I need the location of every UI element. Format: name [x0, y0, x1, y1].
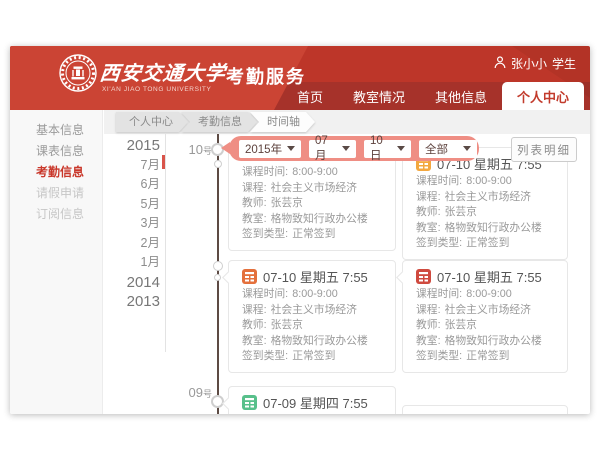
- month-dropdown[interactable]: 07月: [309, 140, 356, 158]
- year-dropdown-value: 2015年: [245, 141, 282, 157]
- sidebar: 基本信息 课表信息 考勤信息 请假申请 订阅信息: [10, 110, 103, 414]
- attendance-card[interactable]: 07-10 星期五 7:55 课程时间:8:00-9:00 课程:社会主义市场经…: [402, 147, 568, 260]
- attendance-card[interactable]: 07-10 星期五 7:55 课程时间:8:00-9:00 课程:社会主义市场经…: [402, 260, 568, 373]
- breadcrumb-timeline[interactable]: 时间轴: [250, 112, 315, 132]
- date-filter-bar: 2015年 07月 10日 全部: [229, 136, 479, 161]
- sidebar-item-leave-request[interactable]: 请假申请: [10, 183, 102, 204]
- attendance-status-icon: [242, 395, 257, 410]
- user-menu[interactable]: 张小小 学生: [494, 55, 576, 72]
- timeline-nav-feb[interactable]: 2月: [106, 234, 160, 254]
- breadcrumb-personal-center[interactable]: 个人中心: [116, 112, 188, 132]
- timeline-nav-2013[interactable]: 2013: [106, 292, 160, 312]
- timeline-nav-2015[interactable]: 2015: [106, 136, 160, 156]
- sidebar-item-attendance[interactable]: 考勤信息: [10, 162, 102, 183]
- breadcrumb-attendance[interactable]: 考勤信息: [181, 112, 257, 132]
- screenshot-canvas: 西安交通大学 XI'AN JIAO TONG UNIVERSITY 考勤服务 张…: [0, 0, 600, 450]
- day-marker-10: 10号: [168, 142, 212, 157]
- attendance-card[interactable]: [402, 405, 568, 414]
- month-dropdown-value: 07月: [315, 135, 338, 163]
- day-dropdown-value: 10日: [370, 135, 393, 163]
- current-month-marker: [162, 155, 165, 169]
- timeline-year-month-nav: 2015 7月 6月 5月 3月 2月 1月 2014 2013: [106, 136, 160, 312]
- scope-dropdown[interactable]: 全部: [419, 140, 477, 158]
- timeline-nav-jun[interactable]: 6月: [106, 175, 160, 195]
- caret-down-icon: [463, 146, 471, 151]
- breadcrumb-strip: 个人中心 考勤信息 时间轴: [104, 110, 590, 134]
- main-nav: 首页 教室情况 其他信息 个人中心: [282, 82, 584, 110]
- user-icon: [494, 56, 506, 72]
- list-detail-button[interactable]: 列表明细: [511, 137, 577, 162]
- attendance-status-icon: [416, 269, 431, 284]
- day-marker-09: 09号: [168, 385, 212, 400]
- card-title: 07-10 星期五 7:55: [263, 267, 368, 286]
- timeline-node: [211, 395, 224, 408]
- year-dropdown[interactable]: 2015年: [239, 140, 301, 158]
- university-name-en: XI'AN JIAO TONG UNIVERSITY: [102, 86, 211, 93]
- attendance-card[interactable]: 07-10 星期五 7:55 课程时间:8:00-9:00 课程:社会主义市场经…: [228, 260, 396, 373]
- timeline-nav-2014[interactable]: 2014: [106, 273, 160, 293]
- attendance-card[interactable]: 07-09 星期四 7:55: [228, 386, 396, 414]
- sidebar-item-subscription[interactable]: 订阅信息: [10, 204, 102, 225]
- card-title: 07-09 星期四 7:55: [263, 393, 368, 412]
- timeline-nav-jul[interactable]: 7月: [106, 156, 160, 176]
- nav-item-classrooms[interactable]: 教室情况: [338, 82, 420, 110]
- university-name-cn: 西安交通大学: [98, 57, 227, 86]
- timeline-nav-may[interactable]: 5月: [106, 195, 160, 215]
- breadcrumb: 个人中心 考勤信息 时间轴: [116, 112, 315, 132]
- nav-item-other-info[interactable]: 其他信息: [420, 82, 502, 110]
- user-role: 学生: [552, 55, 576, 72]
- attendance-status-icon: [242, 269, 257, 284]
- card-title: 07-10 星期五 7:55: [437, 267, 542, 286]
- attendance-app-window: 西安交通大学 XI'AN JIAO TONG UNIVERSITY 考勤服务 张…: [10, 46, 590, 414]
- nav-item-personal-center[interactable]: 个人中心: [502, 82, 584, 110]
- caret-down-icon: [397, 146, 405, 151]
- timeline-node: [213, 261, 223, 271]
- scope-dropdown-value: 全部: [425, 141, 448, 157]
- caret-down-icon: [287, 146, 295, 151]
- user-name: 张小小: [511, 55, 547, 72]
- timeline-nav-mar[interactable]: 3月: [106, 214, 160, 234]
- caret-down-icon: [342, 146, 350, 151]
- timeline-nav-jan[interactable]: 1月: [106, 253, 160, 273]
- timeline-nav-divider: [165, 134, 166, 352]
- sidebar-item-timetable[interactable]: 课表信息: [10, 141, 102, 162]
- day-dropdown[interactable]: 10日: [364, 140, 411, 158]
- university-logo-icon: [58, 53, 98, 98]
- app-header: 西安交通大学 XI'AN JIAO TONG UNIVERSITY 考勤服务 张…: [10, 46, 590, 110]
- sidebar-item-basic-info[interactable]: 基本信息: [10, 120, 102, 141]
- timeline-node-small: [214, 274, 221, 281]
- timeline-node-small: [214, 160, 222, 168]
- nav-item-home[interactable]: 首页: [282, 82, 338, 110]
